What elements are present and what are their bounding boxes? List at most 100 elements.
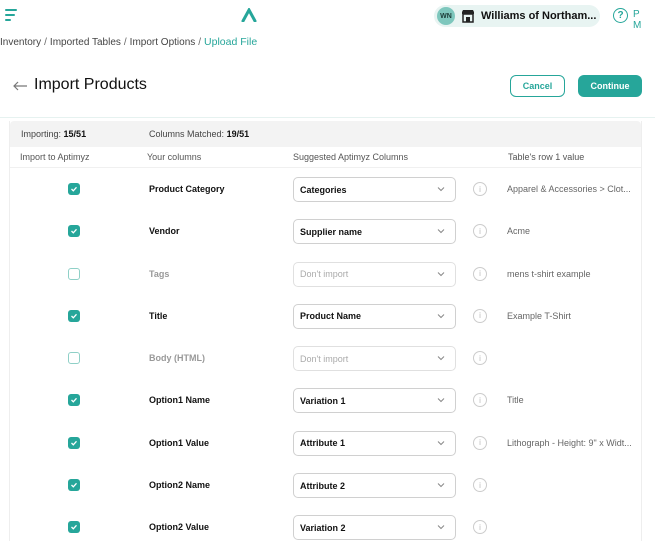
breadcrumb-upload-file: Upload File xyxy=(204,36,258,48)
import-checkbox[interactable] xyxy=(68,352,80,365)
import-checkbox[interactable] xyxy=(68,479,80,492)
suggested-column-select[interactable]: Attribute 2 xyxy=(293,473,456,499)
import-checkbox[interactable] xyxy=(68,225,80,238)
row1-sample-value: Acme xyxy=(507,226,531,237)
import-checkbox[interactable] xyxy=(68,309,80,322)
import-checkbox[interactable] xyxy=(68,394,80,407)
source-column-name: Body (HTML) xyxy=(149,353,205,364)
select-value: Product Name xyxy=(300,311,362,322)
info-icon[interactable]: i xyxy=(473,182,487,196)
table-row: Option2 Name Attribute 2 i xyxy=(10,464,641,506)
row1-sample-value: Lithograph - Height: 9" x Widt... xyxy=(507,437,632,448)
table-row: Option1 Value Attribute 1 i Lithograph - He… xyxy=(10,422,641,464)
info-icon[interactable]: i xyxy=(473,308,487,323)
info-icon[interactable]: i xyxy=(473,224,487,239)
source-column-name: Tags xyxy=(149,268,170,279)
check-icon xyxy=(71,482,77,488)
source-column-name: Option1 Value xyxy=(149,437,210,448)
logo-icon[interactable] xyxy=(241,8,257,22)
help-icon[interactable]: ? xyxy=(613,8,628,23)
row1-sample-value: Example T-Shirt xyxy=(507,310,571,321)
breadcrumb: Inventory / Imported Tables / Import Options… xyxy=(0,36,257,48)
row1-sample-value: Title xyxy=(507,395,524,406)
suggested-column-select[interactable]: Don't import xyxy=(293,261,456,287)
breadcrumb-inventory[interactable]: Inventory xyxy=(0,37,41,48)
breadcrumb-import-options[interactable]: Import Options xyxy=(130,37,196,48)
chevron-down-icon xyxy=(437,483,445,488)
info-icon[interactable]: i xyxy=(473,478,487,493)
mapping-rows: Product Category Categories i Apparel & Acc… xyxy=(10,168,641,549)
chevron-down-icon xyxy=(437,440,445,445)
menu-icon[interactable] xyxy=(5,9,17,21)
suggested-column-select[interactable]: Product Name xyxy=(293,303,456,329)
table-row: Title Product Name i Example T-Shirt xyxy=(10,295,641,337)
header-suggested: Suggested Aptimyz Columns xyxy=(293,152,409,162)
breadcrumb-separator: / xyxy=(198,37,202,48)
import-checkbox[interactable] xyxy=(68,521,80,534)
breadcrumb-separator: / xyxy=(44,37,47,48)
table-row: Option1 Name Variation 1 i Title xyxy=(10,379,641,421)
chevron-down-icon xyxy=(437,398,445,403)
select-value: Variation 2 xyxy=(300,522,346,533)
cancel-button[interactable]: Cancel xyxy=(510,75,565,97)
select-value: Supplier name xyxy=(300,226,363,237)
breadcrumb-imported-tables[interactable]: Imported Tables xyxy=(50,37,121,48)
breadcrumb-separator: / xyxy=(123,37,127,48)
info-icon[interactable]: i xyxy=(473,266,487,281)
top-bar: WN Williams of Northam... ? P M xyxy=(0,0,655,32)
check-icon xyxy=(71,229,77,235)
import-mapping-panel: Importing: 15/51 Columns Matched: 19/51 … xyxy=(9,121,642,541)
chevron-down-icon xyxy=(437,229,445,234)
source-column-name: Vendor xyxy=(149,226,180,237)
row1-sample-value: mens t-shirt example xyxy=(507,268,591,279)
chevron-down-icon xyxy=(437,187,445,192)
select-value: Variation 1 xyxy=(300,395,346,406)
chevron-down-icon xyxy=(437,356,445,361)
row1-sample-value: Apparel & Accessories > Clot... xyxy=(507,184,631,194)
continue-button[interactable]: Continue xyxy=(578,75,642,97)
store-icon xyxy=(462,10,474,23)
back-arrow-icon[interactable] xyxy=(12,79,28,93)
chevron-down-icon xyxy=(437,314,445,319)
stats-bar: Importing: 15/51 Columns Matched: 19/51 xyxy=(10,121,641,147)
info-icon[interactable]: i xyxy=(473,435,487,450)
table-row: Option2 Value Variation 2 i xyxy=(10,506,641,548)
import-checkbox[interactable] xyxy=(68,436,80,449)
header-divider xyxy=(0,117,655,118)
suggested-column-select[interactable]: Supplier name xyxy=(293,219,456,245)
import-checkbox[interactable] xyxy=(68,267,80,280)
suggested-column-select[interactable]: Don't import xyxy=(293,346,456,372)
org-name: Williams of Northam... xyxy=(481,10,597,22)
organization-switcher[interactable]: WN Williams of Northam... xyxy=(434,5,600,27)
select-value: Don't import xyxy=(300,269,349,280)
chevron-down-icon xyxy=(437,271,445,276)
info-icon[interactable]: i xyxy=(473,393,487,408)
select-value: Categories xyxy=(300,184,347,195)
select-value: Attribute 2 xyxy=(300,480,345,491)
info-icon[interactable]: i xyxy=(473,520,487,535)
org-avatar: WN xyxy=(437,7,455,25)
columns-matched-count: Columns Matched: 19/51 xyxy=(149,129,250,139)
check-icon xyxy=(71,313,77,319)
table-row: Body (HTML) Don't import i xyxy=(10,337,641,379)
table-row: Product Category Categories i Apparel & Acc… xyxy=(10,168,641,210)
table-row: Vendor Supplier name i Acme xyxy=(10,210,641,252)
suggested-column-select[interactable]: Variation 1 xyxy=(293,388,456,414)
user-avatar[interactable]: P M xyxy=(633,9,655,31)
source-column-name: Option2 Value xyxy=(149,522,210,533)
table-row: Tags Don't import i mens t-shirt example xyxy=(10,253,641,295)
check-icon xyxy=(71,525,77,531)
chevron-down-icon xyxy=(437,525,445,530)
import-checkbox[interactable] xyxy=(68,183,80,195)
check-icon xyxy=(71,440,77,446)
select-value: Don't import xyxy=(300,353,349,364)
header-your-columns: Your columns xyxy=(147,152,202,162)
header-row1-value: Table's row 1 value xyxy=(508,152,585,162)
suggested-column-select[interactable]: Attribute 1 xyxy=(293,430,456,456)
source-column-name: Option2 Name xyxy=(149,480,211,491)
info-icon[interactable]: i xyxy=(473,351,487,366)
suggested-column-select[interactable]: Categories xyxy=(293,177,456,202)
importing-count: Importing: 15/51 xyxy=(21,129,87,139)
source-column-name: Product Category xyxy=(149,184,225,194)
page-title: Import Products xyxy=(34,76,147,93)
